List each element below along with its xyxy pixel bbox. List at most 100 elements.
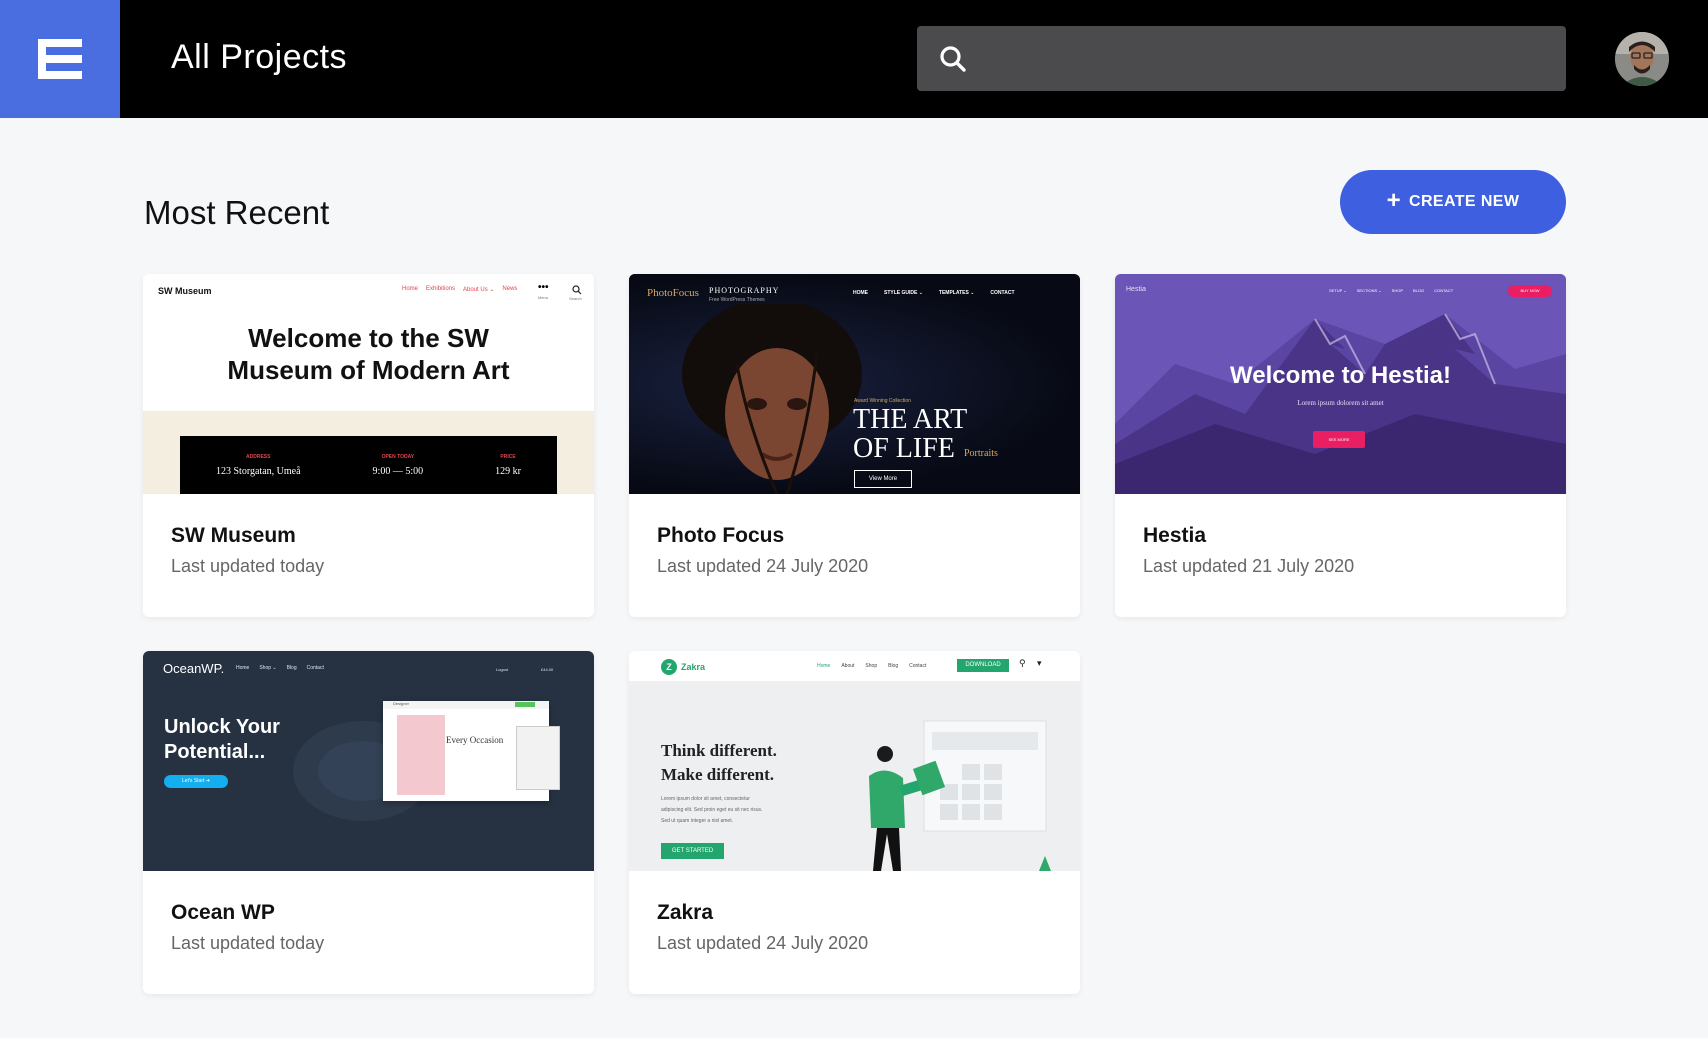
project-card-sw-museum[interactable]: SW Museum Home Exhibitions About Us ⌄ Ne…	[143, 274, 594, 617]
project-updated: Last updated 21 July 2020	[1143, 556, 1355, 576]
project-card-ocean-wp[interactable]: OceanWP. Home Shop ⌄ Blog Contact Logout…	[143, 651, 594, 994]
thumb-nav-item: STYLE GUIDE ⌄	[884, 290, 923, 296]
project-name: Ocean WP	[171, 901, 275, 924]
plus-icon: +	[1386, 187, 1402, 214]
project-card-hestia[interactable]: Hestia SETUP ⌄ SECTIONS ⌄ SHOP BLOG CONT…	[1115, 274, 1566, 617]
thumb-portraits: Portraits	[964, 448, 998, 459]
thumb-headline: Welcome to Hestia!	[1230, 362, 1451, 389]
info-label: PRICE	[500, 453, 516, 460]
user-avatar[interactable]	[1615, 32, 1669, 86]
inner-title: Every Occasion	[446, 735, 504, 745]
thumb-tag: PHOTOGRAPHY	[709, 286, 780, 295]
thumb-nav-item: Shop ⌄	[259, 665, 277, 671]
thumb-nav-item: Contact	[306, 665, 324, 671]
search-icon	[940, 45, 966, 72]
thumb-body: Lorem ipsum dolor sit amet, consectetur	[661, 796, 750, 802]
thumb-nav: Home Exhibitions About Us ⌄ News	[402, 286, 517, 293]
page-title: All Projects	[171, 38, 348, 76]
thumb-menu-label: Menu	[538, 295, 549, 300]
thumb-site-name: SW Museum	[158, 286, 212, 296]
thumb-headline-line: Make different.	[661, 765, 774, 784]
top-bar: All Projects	[0, 0, 1708, 118]
thumb-nav-item: SHOP	[1391, 288, 1403, 293]
project-name: SW Museum	[171, 524, 296, 547]
thumb-nav-item: BLOG	[1413, 288, 1425, 293]
thumb-get-started: GET STARTED	[661, 843, 724, 859]
thumb-login: Logout	[496, 667, 509, 672]
thumb-body: Sed ut quam integer a nisl amet.	[661, 818, 733, 824]
app-logo[interactable]	[0, 0, 120, 118]
create-new-button[interactable]: + CREATE NEW	[1340, 170, 1566, 234]
thumb-nav-item: News	[502, 286, 518, 292]
thumb-logo: Zakra	[681, 662, 706, 672]
thumb-headline-line: Unlock Your	[164, 716, 280, 738]
thumb-nav-item: TEMPLATES ⌄	[938, 290, 975, 296]
thumb-lets-start: Let's Start ➜	[164, 775, 228, 788]
project-name: Photo Focus	[657, 524, 785, 547]
thumb-buy-button: BUY NOW	[1508, 285, 1552, 297]
thumb-headline: Welcome to the SW Museum of Modern Art	[143, 322, 594, 386]
thumb-nav-item: About Us ⌄	[463, 287, 495, 293]
thumb-nav-item: SECTIONS ⌄	[1356, 288, 1382, 293]
project-updated: Last updated today	[171, 556, 325, 576]
thumb-view-more: View More	[854, 470, 912, 488]
thumb-body: adipiscing elit. Sed proin eget eu sit n…	[661, 807, 763, 813]
thumb-info-item: ADDRESS 123 Storgatan, Umeå	[216, 454, 301, 477]
thumb-search-label: Search	[569, 296, 582, 301]
thumb-nav-item: Home	[402, 286, 419, 292]
section-title: Most Recent	[144, 194, 330, 231]
thumb-inner-panel	[516, 726, 560, 790]
thumb-headline-line: Think different.	[661, 741, 777, 760]
cart-icon: ▾	[1037, 658, 1042, 668]
thumb-logo: PhotoFocus	[647, 287, 699, 299]
inner-label: Designer	[393, 701, 410, 706]
project-card-photo-focus[interactable]: PhotoFocus PHOTOGRAPHY Free WordPress Th…	[629, 274, 1080, 617]
project-updated: Last updated today	[171, 933, 325, 953]
logo-e-icon	[38, 39, 82, 79]
project-updated: Last updated 24 July 2020	[657, 556, 869, 576]
project-thumbnail: SW Museum Home Exhibitions About Us ⌄ Ne…	[143, 274, 594, 494]
thumb-nav: SETUP ⌄ SECTIONS ⌄ SHOP BLOG CONTACT	[1329, 288, 1453, 293]
info-value: 9:00 — 5:00	[372, 465, 424, 477]
project-name: Hestia	[1143, 524, 1207, 547]
project-updated: Last updated 24 July 2020	[657, 933, 869, 953]
thumb-headline-line: OF LIFE	[853, 433, 955, 464]
person-illustration	[869, 720, 1051, 871]
thumb-nav-item: About	[841, 663, 855, 669]
thumb-nav-item: HOME	[853, 290, 868, 296]
thumb-nav-item: SETUP ⌄	[1329, 288, 1347, 293]
thumb-nav-item: Blog	[888, 663, 899, 669]
thumb-headline-line: Potential...	[164, 741, 266, 763]
search-bar[interactable]	[917, 26, 1566, 91]
thumb-logo: Hestia	[1126, 286, 1146, 293]
thumb-nav-item: Home	[817, 663, 831, 669]
thumb-cart: £44.00	[541, 667, 554, 672]
project-name: Zakra	[657, 901, 714, 924]
portrait-illustration	[682, 304, 862, 494]
thumb-nav-item: Shop	[865, 663, 878, 669]
info-value: 123 Storgatan, Umeå	[216, 465, 301, 477]
thumb-sub: Lorem ipsum dolorem sit amet	[1297, 399, 1384, 407]
search-input[interactable]	[979, 26, 1559, 91]
thumb-headline-line: Welcome to the SW	[248, 323, 489, 353]
thumb-see-more: SEE MORE	[1313, 431, 1365, 448]
project-thumbnail: PhotoFocus PHOTOGRAPHY Free WordPress Th…	[629, 274, 1080, 494]
info-value: 129 kr	[495, 465, 521, 477]
thumb-download-button: DOWNLOAD	[957, 659, 1009, 672]
thumb-nav-item: CONTACT	[1434, 288, 1454, 293]
project-thumbnail: Z Zakra Home About Shop Blog Contact DOW…	[629, 651, 1080, 871]
project-card-zakra[interactable]: Z Zakra Home About Shop Blog Contact DOW…	[629, 651, 1080, 994]
search-icon	[572, 285, 582, 295]
project-thumbnail: Hestia SETUP ⌄ SECTIONS ⌄ SHOP BLOG CONT…	[1115, 274, 1566, 494]
thumb-headline-line: Museum of Modern Art	[227, 355, 510, 385]
thumb-sub: Free WordPress Themes	[709, 297, 765, 303]
thumb-headline-line: THE ART	[853, 404, 968, 435]
search-icon: ⚲	[1019, 658, 1026, 668]
thumb-nav: Home About Shop Blog Contact	[817, 663, 926, 669]
thumb-logo: OceanWP.	[163, 661, 225, 676]
more-icon: •••	[538, 282, 549, 293]
thumb-nav: Home Shop ⌄ Blog Contact	[236, 665, 324, 671]
thumb-nav-item: CONTACT	[990, 290, 1015, 296]
thumb-nav-item: Blog	[286, 665, 297, 671]
thumb-nav-item: Contact	[909, 663, 927, 669]
